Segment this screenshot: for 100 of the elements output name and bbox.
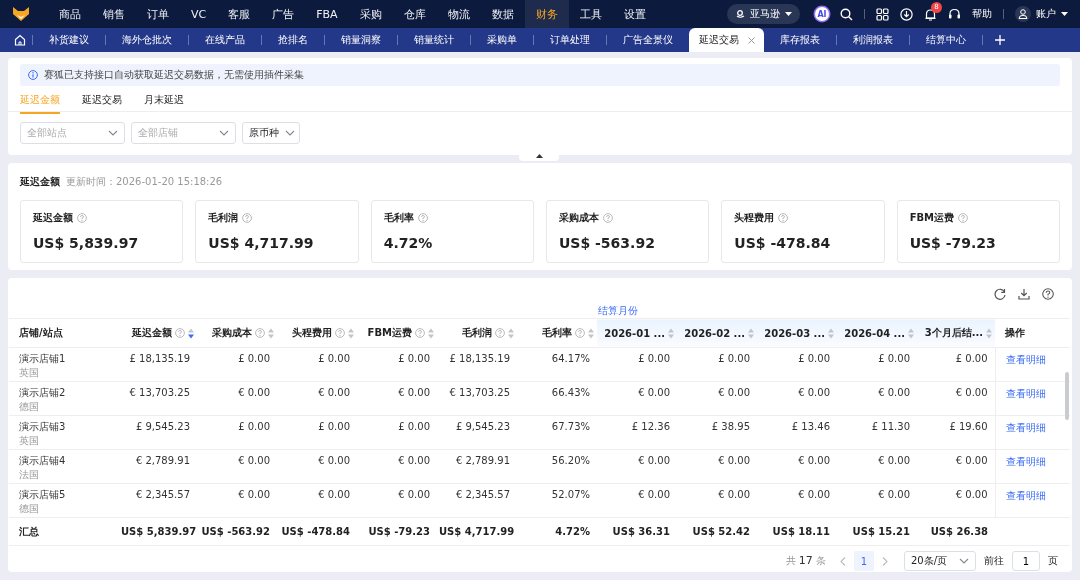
column-header[interactable]: 毛利润 [437, 318, 517, 348]
select-field[interactable]: 原币种 [242, 122, 300, 144]
user-avatar-icon [1015, 6, 1031, 22]
table-cell: € 0.00 [757, 381, 837, 416]
help-icon [417, 213, 428, 223]
bell-icon[interactable] [924, 7, 937, 21]
page-size-select[interactable]: 20条/页 [903, 551, 976, 571]
page-number[interactable]: 1 [853, 551, 874, 571]
account-menu[interactable]: 账户 [1015, 6, 1068, 22]
nav-menu-item[interactable]: 客服 [217, 0, 262, 28]
sort-icon[interactable] [188, 327, 194, 339]
nav-menu-item[interactable]: 财务 [524, 0, 569, 28]
column-header[interactable]: 2026-03 ... [757, 318, 837, 348]
plus-icon[interactable] [995, 35, 1005, 45]
page-tab[interactable]: 结算中心 [910, 28, 982, 52]
column-header[interactable]: 采购成本 [197, 318, 277, 348]
platform-selector[interactable]: 亚马逊 [727, 4, 800, 24]
chevron-right-icon[interactable] [881, 556, 888, 566]
search-icon[interactable] [840, 7, 853, 21]
view-details-link[interactable]: 查看明细 [1005, 354, 1046, 365]
help-icon [603, 213, 613, 223]
refresh-icon[interactable] [994, 288, 1006, 300]
table-cell: £ 9,545.23 [119, 415, 197, 450]
column-header[interactable]: 头程费用 [277, 318, 357, 348]
chevron-down-icon [959, 558, 969, 564]
fox-logo-icon [12, 6, 30, 22]
page-tab[interactable]: 采购单 [471, 28, 533, 52]
table-cell: £ 0.00 [277, 415, 357, 450]
page-tab[interactable]: 利润报表 [837, 28, 909, 52]
column-header[interactable]: 延迟金额 [119, 318, 197, 348]
help-icon[interactable] [1042, 288, 1054, 300]
page-tab[interactable]: 补货建议 [33, 28, 105, 52]
update-time: 更新时间：2026-01-20 15:18:26 [66, 175, 223, 189]
goto-label: 前往 [984, 554, 1004, 568]
column-header[interactable]: 2026-04 ... [837, 318, 917, 348]
table-cell: € 0.00 [357, 381, 437, 416]
nav-menu-item[interactable]: 订单 [136, 0, 180, 28]
page-tab[interactable]: 销量洞察 [325, 28, 397, 52]
nav-menu-item[interactable]: 仓库 [392, 0, 437, 28]
table-cell: £ 0.00 [837, 347, 917, 382]
site-name: 英国 [19, 435, 40, 447]
home-icon[interactable] [14, 34, 26, 46]
table-cell: € 0.00 [917, 449, 996, 484]
nav-menu-item[interactable]: 销售 [92, 0, 136, 28]
metric-label: 头程费用 [734, 211, 775, 225]
scrollbar[interactable] [1065, 372, 1069, 420]
info-icon [28, 70, 38, 80]
view-details-link[interactable]: 查看明细 [1005, 388, 1046, 399]
caret-down-icon [1061, 12, 1068, 16]
column-header[interactable]: FBM运费 [357, 318, 437, 348]
close-icon[interactable] [748, 36, 755, 44]
page-tab[interactable]: 海外仓批次 [106, 28, 188, 52]
chevron-left-icon[interactable] [839, 556, 846, 566]
page-tab[interactable]: 延迟交易 [689, 28, 764, 52]
table-cell: 64.17% [517, 347, 597, 382]
table-cell: £ 0.00 [917, 347, 996, 382]
help-link[interactable]: 帮助 [972, 7, 992, 21]
table-cell: € 0.00 [837, 483, 917, 518]
nav-menu-item[interactable]: 商品 [48, 0, 92, 28]
grid-icon[interactable] [876, 7, 889, 21]
page-tab[interactable]: 库存报表 [764, 28, 836, 52]
table-cell: € 0.00 [357, 483, 437, 518]
page-tab[interactable]: 销量统计 [398, 28, 470, 52]
column-header: 操作 [995, 318, 1071, 348]
table-cell: € 0.00 [277, 449, 357, 484]
headset-icon[interactable] [948, 7, 961, 21]
nav-menu-item[interactable]: FBA [305, 0, 349, 28]
view-details-link[interactable]: 查看明细 [1005, 422, 1046, 433]
page-tab[interactable]: 广告全景仪 [607, 28, 689, 52]
table-cell: € 0.00 [677, 449, 757, 484]
metric-value: US$ 4,717.99 [208, 235, 315, 251]
store-name: 演示店铺5 [19, 489, 67, 501]
nav-menu-item[interactable]: 数据 [480, 0, 525, 28]
page-tab[interactable]: 抢排名 [262, 28, 324, 52]
page-tab[interactable]: 在线产品 [189, 28, 261, 52]
ai-button[interactable]: AI [815, 7, 829, 21]
nav-menu-item[interactable]: 广告 [261, 0, 306, 28]
nav-menu-item[interactable]: 工具 [568, 0, 613, 28]
nav-menu-item[interactable]: 物流 [436, 0, 481, 28]
nav-menu-item[interactable]: 采购 [348, 0, 393, 28]
column-header[interactable]: 3个月后结... [917, 318, 996, 348]
table-cell: £ 0.00 [677, 347, 757, 382]
column-header[interactable]: 2026-01 ... [597, 318, 677, 348]
table-cell: £ 9,545.23 [437, 415, 517, 450]
view-details-link[interactable]: 查看明细 [1005, 490, 1046, 501]
sub-tab[interactable]: 月末延迟 [144, 86, 184, 114]
view-details-link[interactable]: 查看明细 [1005, 456, 1046, 467]
download-icon[interactable] [1018, 288, 1030, 300]
table-cell: £ 19.60 [917, 415, 996, 450]
nav-menu-item[interactable]: VC [180, 0, 218, 28]
table-cell: € 2,789.91 [119, 449, 197, 484]
collapse-handle[interactable] [519, 151, 559, 161]
table-cell: 66.43% [517, 381, 597, 416]
sub-tab[interactable]: 延迟交易 [82, 86, 122, 114]
nav-menu-item[interactable]: 设置 [612, 0, 657, 28]
table-cell: € 0.00 [917, 483, 996, 518]
column-header[interactable]: 2026-02 ... [677, 318, 757, 348]
page-input[interactable]: 1 [1012, 551, 1040, 571]
table-cell: € 0.00 [677, 483, 757, 518]
page-tab[interactable]: 订单处理 [534, 28, 606, 52]
